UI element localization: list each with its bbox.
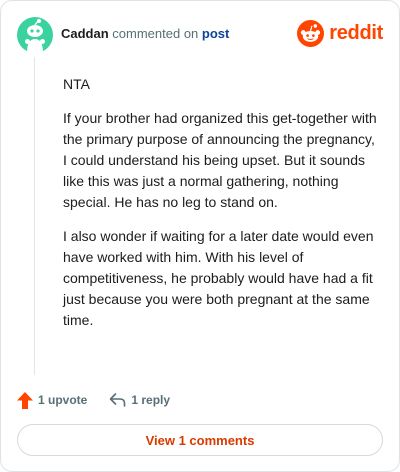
upvote-button[interactable]: 1 upvote — [17, 391, 88, 409]
reddit-snoo-icon — [297, 20, 325, 47]
reply-arrow-icon — [110, 393, 126, 407]
username-link[interactable]: Caddan — [61, 26, 109, 41]
comment-body: NTA If your brother had organized this g… — [63, 63, 381, 344]
upvote-count: 1 upvote — [38, 393, 88, 407]
action-text: commented on — [112, 26, 199, 41]
comment-actions: 1 upvote 1 reply — [17, 389, 170, 411]
comment-paragraph: If your brother had organized this get-t… — [63, 110, 377, 210]
thread-line — [34, 57, 35, 375]
user-avatar[interactable] — [17, 17, 53, 53]
reply-count: 1 reply — [131, 393, 171, 407]
comment-meta: Caddan commented on post — [61, 26, 229, 41]
view-comments-button[interactable]: View 1 comments — [17, 424, 383, 456]
comment-paragraph: I also wonder if waiting for a later dat… — [63, 228, 374, 328]
upvote-arrow-icon — [17, 391, 33, 409]
reddit-logo[interactable]: reddit — [297, 20, 383, 47]
post-link[interactable]: post — [202, 26, 229, 41]
comment-paragraph: NTA — [63, 76, 90, 92]
snoo-avatar-icon — [17, 17, 53, 53]
reddit-wordmark: reddit — [329, 22, 383, 44]
comment-header: Caddan commented on post reddit — [17, 15, 387, 55]
comment-embed-card: Caddan commented on post reddit NTA If y… — [0, 0, 400, 472]
reply-button[interactable]: 1 reply — [109, 392, 170, 408]
